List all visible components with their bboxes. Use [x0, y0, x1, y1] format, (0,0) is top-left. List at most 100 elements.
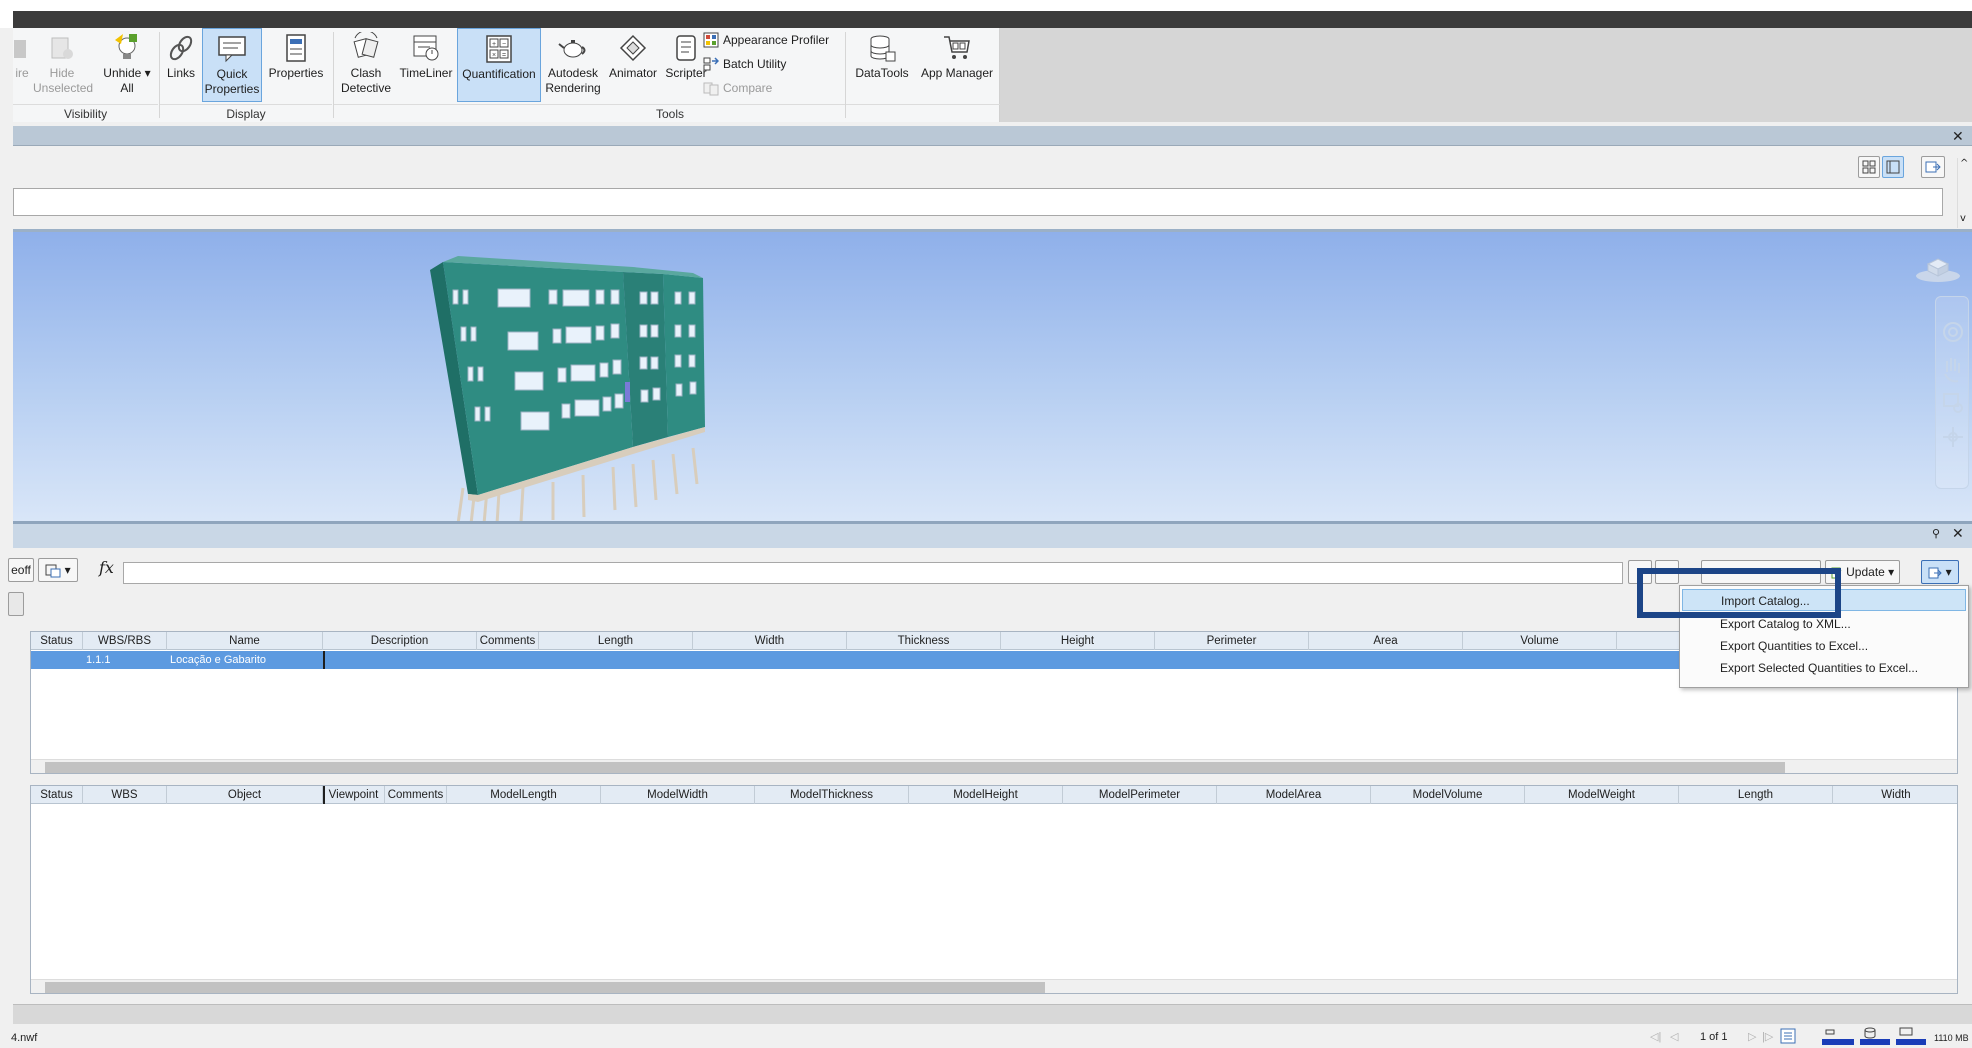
sheet-browser-icon[interactable]: [1780, 1028, 1796, 1044]
file-name: 4.nwf: [11, 1032, 38, 1044]
app-manager-button[interactable]: App Manager: [917, 28, 997, 104]
close-properties-panel-icon[interactable]: ✕: [1952, 130, 1964, 144]
column-header[interactable]: Viewpoint: [323, 786, 385, 804]
autodesk-rendering-label-1: Autodesk: [547, 66, 599, 80]
column-header[interactable]: ModelVolume: [1371, 786, 1525, 804]
takeoff-icon: [45, 564, 61, 578]
viewcube-icon[interactable]: [1913, 254, 1963, 284]
compare-button[interactable]: Compare: [701, 78, 772, 98]
side-tool-button[interactable]: [8, 592, 24, 616]
require-button[interactable]: ire: [11, 28, 33, 104]
column-header[interactable]: ModelHeight: [909, 786, 1063, 804]
zoom-window-icon[interactable]: [1943, 393, 1963, 413]
timeliner-button[interactable]: TimeLiner: [397, 28, 455, 104]
import-export-icon: [1928, 567, 1943, 579]
column-header[interactable]: ModelWeight: [1525, 786, 1679, 804]
grid-view-toggle[interactable]: [1858, 156, 1880, 178]
datatools-button[interactable]: DataTools: [849, 28, 915, 104]
takeoff-button[interactable]: eoff: [8, 558, 34, 582]
ribbon: ire Hide Unselected Unhide ▾ All Visibil…: [11, 28, 1006, 122]
steering-wheel-icon[interactable]: [1943, 322, 1963, 342]
navigation-bar: [1935, 296, 1969, 489]
clash-detective-label-2: Detective: [340, 81, 392, 95]
properties-export-button[interactable]: [1921, 156, 1945, 178]
properties-button[interactable]: Properties: [265, 28, 327, 104]
scroll-up-icon[interactable]: ^: [1960, 158, 1968, 169]
column-header[interactable]: Perimeter: [1155, 632, 1309, 650]
list-view-toggle[interactable]: [1882, 156, 1904, 178]
column-header[interactable]: Width: [1833, 786, 1957, 804]
column-header[interactable]: Thickness: [847, 632, 1001, 650]
quick-properties-label-2: Properties: [204, 82, 260, 96]
column-divider: [323, 786, 325, 804]
formula-input[interactable]: [123, 562, 1623, 584]
menu-item-export-quantities-excel[interactable]: Export Quantities to Excel...: [1682, 635, 1966, 657]
update-label: Update: [1846, 565, 1885, 579]
items-grid-hscrollbar[interactable]: [31, 759, 1957, 773]
unhide-all-button[interactable]: Unhide ▾ All: [103, 28, 151, 104]
properties-scrollbar[interactable]: ^ v: [1957, 158, 1972, 228]
items-grid[interactable]: Status WBS/RBS Name Description Comments…: [30, 631, 1958, 774]
next-page-icon[interactable]: ▷: [1748, 1030, 1756, 1043]
column-header[interactable]: Description: [323, 632, 477, 650]
quantification-button[interactable]: + − × = Quantification: [457, 28, 541, 102]
row-wbs: 1.1.1: [86, 654, 111, 666]
scroll-thumb[interactable]: [45, 762, 1785, 773]
column-header[interactable]: Length: [1679, 786, 1833, 804]
last-page-icon[interactable]: |▷: [1762, 1030, 1773, 1043]
batch-utility-button[interactable]: Batch Utility: [701, 54, 786, 74]
column-header[interactable]: ModelThickness: [755, 786, 909, 804]
appearance-profiler-button[interactable]: Appearance Profiler: [701, 30, 829, 50]
objects-grid-header: Status WBS Object Viewpoint Comments Mod…: [31, 786, 1957, 804]
quick-properties-button[interactable]: Quick Properties: [202, 28, 262, 102]
autodesk-rendering-button[interactable]: Autodesk Rendering: [543, 28, 603, 104]
group-divider: [845, 32, 846, 118]
column-header[interactable]: ModelPerimeter: [1063, 786, 1217, 804]
table-row[interactable]: 1.1.1 Locação e Gabarito: [31, 651, 1957, 669]
model-takeoff-dropdown[interactable]: ▾: [38, 558, 78, 582]
scroll-down-icon[interactable]: v: [1960, 213, 1966, 224]
objects-grid[interactable]: Status WBS Object Viewpoint Comments Mod…: [30, 785, 1958, 994]
animator-button[interactable]: Animator: [605, 28, 661, 104]
batch-utility-icon: [703, 57, 719, 71]
close-quantification-panel-icon[interactable]: ✕: [1952, 527, 1964, 541]
pan-hand-icon[interactable]: [1944, 358, 1960, 383]
column-header[interactable]: Status: [31, 632, 83, 650]
properties-content-box: [13, 188, 1943, 216]
column-header[interactable]: Comments: [477, 632, 539, 650]
building-model[interactable]: [13, 232, 1972, 524]
column-header[interactable]: Comments: [385, 786, 447, 804]
column-header[interactable]: Status: [31, 786, 83, 804]
3d-viewport[interactable]: [13, 229, 1972, 524]
require-label: ire: [15, 66, 29, 80]
column-header[interactable]: Area: [1309, 632, 1463, 650]
ribbon-empty-area: [1000, 28, 1972, 122]
hide-unselected-button[interactable]: Hide Unselected: [33, 28, 93, 104]
clash-detective-button[interactable]: Clash Detective: [337, 28, 395, 104]
column-header[interactable]: Object: [167, 786, 323, 804]
column-header[interactable]: ModelLength: [447, 786, 601, 804]
column-header[interactable]: Volume: [1463, 632, 1617, 650]
hide-unselected-icon: [51, 37, 73, 59]
objects-grid-hscrollbar[interactable]: [31, 979, 1957, 993]
column-header[interactable]: Length: [539, 632, 693, 650]
prev-page-icon[interactable]: ◁: [1670, 1030, 1678, 1043]
require-icon: [14, 40, 26, 58]
column-header[interactable]: Height: [1001, 632, 1155, 650]
import-export-dropdown[interactable]: ▾: [1921, 560, 1959, 584]
menu-item-export-selected-quantities-excel[interactable]: Export Selected Quantities to Excel...: [1682, 657, 1966, 679]
column-header[interactable]: Width: [693, 632, 847, 650]
pencil-performance-icon: [1822, 1029, 1854, 1045]
scroll-thumb[interactable]: [45, 982, 1045, 993]
column-header[interactable]: WBS/RBS: [83, 632, 167, 650]
display-group-label: Display: [160, 104, 332, 122]
column-header[interactable]: ModelWidth: [601, 786, 755, 804]
orbit-icon[interactable]: [1943, 427, 1963, 447]
column-header[interactable]: ModelArea: [1217, 786, 1371, 804]
list-icon: [1886, 160, 1900, 174]
column-header[interactable]: WBS: [83, 786, 167, 804]
first-page-icon[interactable]: ◁|: [1650, 1030, 1661, 1043]
pin-icon[interactable]: ⚲: [1932, 527, 1940, 540]
column-header[interactable]: Name: [167, 632, 323, 650]
links-button[interactable]: Links: [163, 28, 199, 104]
